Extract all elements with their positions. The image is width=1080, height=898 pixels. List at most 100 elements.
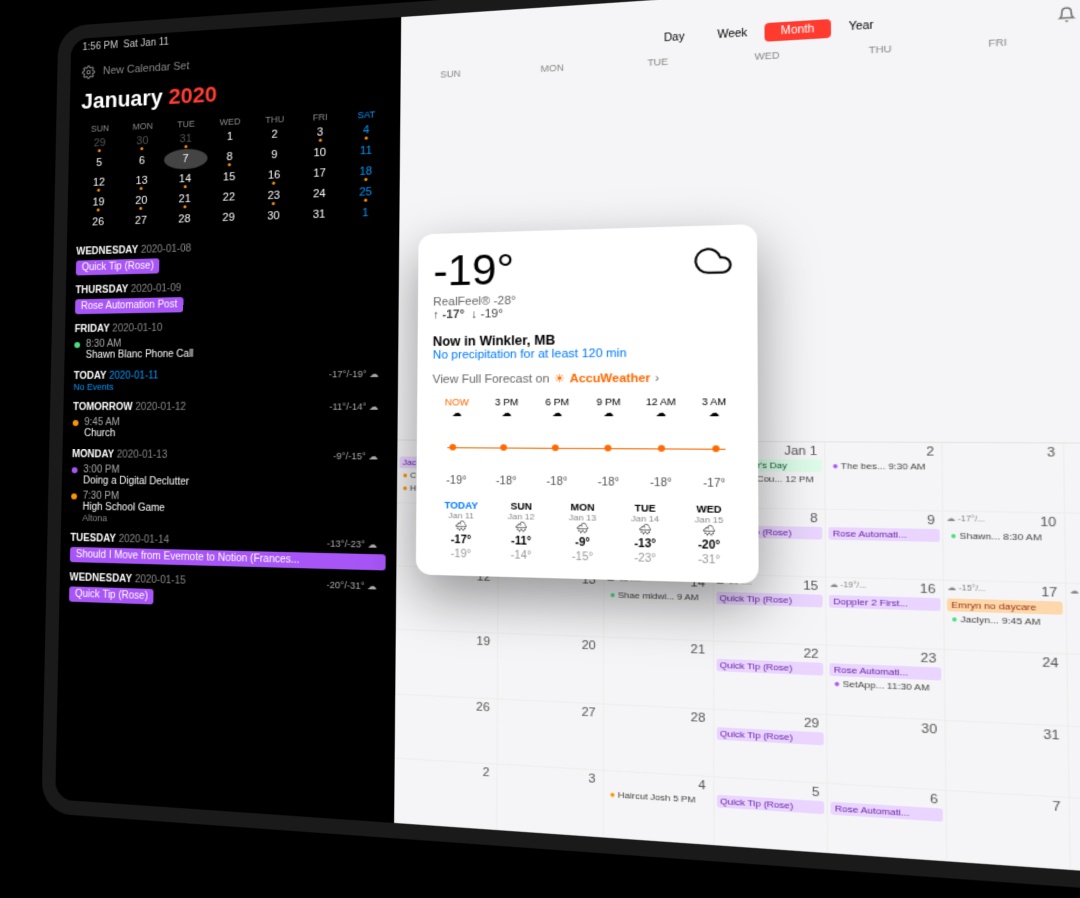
- mini-day[interactable]: 14: [163, 168, 207, 190]
- mini-day[interactable]: 12: [77, 172, 120, 194]
- month-cell[interactable]: 22Quick Tip (Rose): [714, 642, 828, 715]
- month-cell[interactable]: 9Rose Automati...: [826, 510, 944, 581]
- month-cell[interactable]: 4: [1064, 443, 1080, 515]
- month-cell[interactable]: 8: [1070, 798, 1080, 879]
- month-cell[interactable]: 2The bes... 9:30 AM: [826, 442, 944, 511]
- mini-day[interactable]: 18: [342, 160, 389, 183]
- month-cell[interactable]: 27: [497, 699, 603, 771]
- daily-forecast: TODAYJan 11🌨-17°-19°SUNJan 12🌨-11°-14°MO…: [431, 500, 741, 568]
- mini-day[interactable]: 29: [78, 132, 121, 154]
- full-forecast-link[interactable]: View Full Forecast on ☀ AccuWeather ›: [432, 370, 740, 386]
- mini-day[interactable]: 1: [342, 202, 389, 224]
- month-cell[interactable]: 20: [498, 634, 604, 704]
- mini-day[interactable]: 7: [163, 148, 207, 170]
- agenda-event[interactable]: 8:30 AMShawn Blanc Phone Call: [74, 335, 388, 361]
- mini-day[interactable]: 31: [296, 204, 342, 226]
- mini-day[interactable]: 5: [78, 152, 121, 174]
- calendar-event[interactable]: Quick Tip (Rose): [716, 592, 823, 608]
- weather-precip: No precipitation for at least 120 min: [433, 346, 741, 362]
- mini-day[interactable]: 20: [120, 190, 164, 212]
- mini-day[interactable]: 1: [208, 126, 253, 148]
- mini-day[interactable]: 23: [251, 185, 296, 207]
- mini-day[interactable]: 25: [342, 181, 389, 204]
- mini-day[interactable]: 9: [252, 144, 297, 166]
- month-cell[interactable]: 14☁ -13°/...Shae midwi... 9 AM: [604, 572, 714, 642]
- month-cell[interactable]: 3: [943, 442, 1066, 513]
- calendar-event[interactable]: The bes... 9:30 AM: [828, 459, 939, 473]
- mini-day[interactable]: 8: [207, 146, 252, 168]
- screen: 1:56 PM Sat Jan 11 New Calendar Set Janu…: [55, 0, 1080, 879]
- calendar-event[interactable]: Jaclyn... 9:45 AM: [947, 612, 1063, 629]
- agenda-event[interactable]: Quick Tip (Rose): [76, 258, 160, 275]
- month-cell[interactable]: 4Haircut Josh 5 PM: [604, 771, 714, 846]
- month-cell[interactable]: 3: [497, 764, 604, 837]
- month-cell[interactable]: 28: [604, 704, 714, 777]
- agenda-event[interactable]: 3:00 PMDoing a Digital Declutter: [71, 464, 386, 490]
- mini-calendar[interactable]: SUNMONTUEWEDTHUFRISAT 293031123456789101…: [67, 104, 400, 237]
- agenda-list[interactable]: WEDNESDAY 2020-01-08Quick Tip (Rose)THUR…: [55, 227, 399, 823]
- month-cell[interactable]: 10☁ -17°/...Shawn... 8:30 AM: [944, 511, 1067, 583]
- mini-day[interactable]: 27: [119, 210, 163, 231]
- month-cell[interactable]: 6Rose Automati...: [828, 784, 947, 862]
- agenda-event[interactable]: Quick Tip (Rose): [69, 586, 154, 604]
- mini-day[interactable]: 31: [164, 128, 208, 150]
- view-tab[interactable]: Week: [701, 23, 764, 45]
- mini-day[interactable]: 30: [121, 130, 164, 152]
- mini-day[interactable]: 15: [207, 166, 252, 188]
- mini-day[interactable]: 30: [251, 205, 297, 227]
- mini-day[interactable]: 16: [251, 164, 296, 186]
- month-cell[interactable]: 15☁ -20°/...Quick Tip (Rose): [713, 575, 827, 646]
- month-cell[interactable]: 7: [947, 791, 1071, 870]
- agenda-day-header: WEDNESDAY 2020-01-08: [76, 237, 388, 257]
- month-cell[interactable]: 23Rose Automati...SetApp... 11:30 AM: [827, 646, 946, 720]
- month-cell[interactable]: 5Quick Tip (Rose): [714, 777, 829, 853]
- mini-day[interactable]: 29: [206, 207, 251, 229]
- chevron-right-icon: ›: [655, 371, 659, 384]
- month-cell[interactable]: 2: [394, 758, 497, 830]
- view-tab[interactable]: Year: [831, 15, 891, 38]
- bell-icon[interactable]: [1057, 6, 1076, 23]
- mini-day[interactable]: 2: [252, 123, 297, 146]
- mini-day[interactable]: 3: [297, 121, 343, 144]
- mini-day[interactable]: 21: [163, 188, 207, 210]
- mini-day[interactable]: 19: [77, 192, 120, 213]
- agenda-event[interactable]: 7:30 PMHigh School GameAltona: [71, 490, 387, 528]
- gear-icon[interactable]: [82, 65, 96, 80]
- calendar-event[interactable]: Rose Automati...: [829, 527, 940, 542]
- mini-day[interactable]: 6: [120, 150, 163, 172]
- month-cell[interactable]: 21: [604, 638, 714, 709]
- agenda-event[interactable]: 9:45 AMChurch: [72, 417, 387, 440]
- mini-day[interactable]: 26: [77, 212, 120, 233]
- month-cell[interactable]: 26: [395, 694, 498, 764]
- mini-day[interactable]: 4: [343, 119, 390, 142]
- month-cell[interactable]: 19: [395, 630, 498, 699]
- month-cell[interactable]: 12: [396, 566, 499, 633]
- month-cell[interactable]: 16☁ -19°/...Doppler 2 First...: [827, 578, 945, 651]
- calendar-event[interactable]: Quick Tip (Rose): [716, 659, 824, 676]
- calendar-event[interactable]: Shawn... 8:30 AM: [946, 529, 1061, 544]
- month-cell[interactable]: 11: [1065, 513, 1080, 587]
- agenda-event[interactable]: Rose Automation Post: [75, 297, 183, 314]
- month-cell[interactable]: 30: [828, 715, 947, 791]
- month-cell[interactable]: 31: [946, 720, 1070, 798]
- mini-day[interactable]: 17: [297, 162, 343, 184]
- agenda-event[interactable]: Should I Move from Evernote to Notion (F…: [70, 547, 386, 571]
- month-cell[interactable]: 13: [498, 569, 604, 638]
- month-cell[interactable]: 17☁ -15°/...Emryn no daycareJaclyn... 9:…: [944, 581, 1067, 655]
- mini-day[interactable]: 11: [343, 140, 390, 163]
- mini-day[interactable]: 13: [120, 170, 163, 192]
- mini-day[interactable]: 24: [296, 183, 342, 205]
- calendar-event[interactable]: Shae midwi... 9 AM: [606, 589, 710, 604]
- month-cell[interactable]: 25: [1068, 655, 1080, 732]
- month-cell[interactable]: 24: [945, 650, 1069, 726]
- calendar-event[interactable]: SetApp... 11:30 AM: [830, 677, 942, 695]
- mini-day[interactable]: 28: [162, 208, 206, 230]
- month-cell[interactable]: 18☁ -20°/-35°...: [1067, 584, 1080, 660]
- month-cell[interactable]: 29Quick Tip (Rose): [714, 709, 828, 783]
- calendar-event[interactable]: Doppler 2 First...: [829, 595, 941, 611]
- month-cell[interactable]: Feb 1: [1069, 726, 1080, 805]
- mini-day[interactable]: 22: [207, 187, 252, 209]
- view-tab[interactable]: Day: [648, 27, 701, 49]
- mini-day[interactable]: 10: [297, 142, 343, 165]
- hourly-sparkline: [432, 426, 741, 472]
